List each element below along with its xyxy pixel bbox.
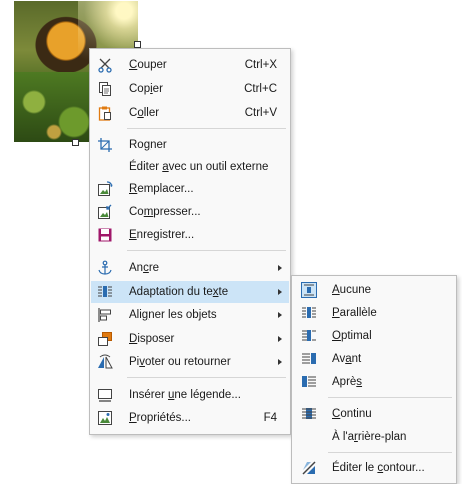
submenu-item-label: Optimal [332,330,372,342]
menu-item-crop[interactable]: Rogner [91,134,289,156]
crop-icon [98,138,112,152]
submenu-separator [328,397,452,398]
text-wrap-icon [98,286,112,297]
anchor-icon [98,260,112,275]
selection-handle[interactable] [72,139,79,146]
submenu-arrow-icon [278,359,282,365]
properties-icon [98,411,112,425]
caption-icon [98,389,112,402]
submenu-item-wrap-before[interactable]: Avant [293,348,455,370]
menu-item-text-wrap[interactable]: Adaptation du texte [91,281,289,303]
menu-item-cut[interactable]: Couper Ctrl+X [91,54,289,76]
menu-item-save[interactable]: Enregistrer... [91,224,289,246]
submenu-item-wrap-after[interactable]: Après [293,371,455,393]
shortcut-label: Ctrl+C [244,83,277,95]
menu-item-label: Couper [129,59,167,71]
wrap-before-icon [302,353,316,364]
menu-item-arrange[interactable]: Disposer [91,328,289,350]
submenu-item-wrap-parallel[interactable]: Parallèle [293,302,455,324]
menu-item-label: Pivoter ou retourner [129,356,231,368]
menu-item-edit-external[interactable]: Éditer avec un outil externe [91,156,289,178]
submenu-arrow-icon [278,336,282,342]
submenu-item-edit-contour[interactable]: Éditer le contour... [293,457,455,479]
replace-image-icon [98,181,113,196]
menu-item-label: Coller [129,107,160,119]
wrap-parallel-icon [302,307,316,318]
submenu-item-in-background[interactable]: À l'arrière-plan [293,426,455,448]
menu-item-align-objects[interactable]: Aligner les objets [91,304,289,326]
selection-handle[interactable] [134,41,141,48]
submenu-item-wrap-through[interactable]: Continu [293,403,455,425]
context-menu: Couper Ctrl+X Copier Ctrl+C Coller Ctrl+… [89,48,291,435]
menu-item-label: Copier [129,83,163,95]
arrange-icon [98,332,112,346]
menu-item-label: Remplacer... [129,183,194,195]
submenu-separator [328,452,452,453]
submenu-arrow-icon [278,289,282,295]
menu-item-label: Disposer [129,333,175,345]
menu-separator [127,377,286,378]
wrap-none-icon [301,282,317,298]
menu-item-properties[interactable]: Propriétés... F4 [91,407,289,429]
menu-item-label: Adaptation du texte [129,286,229,298]
menu-item-replace[interactable]: Remplacer... [91,178,289,200]
submenu-item-wrap-optimal[interactable]: Optimal [293,325,455,347]
menu-item-label: Rogner [129,139,167,151]
submenu-item-label: Après [332,376,363,388]
copy-icon [99,82,111,96]
paste-icon [98,106,111,121]
submenu-item-label: À l'arrière-plan [332,431,407,443]
menu-item-label: Ancre [129,262,160,274]
menu-separator [127,128,286,129]
submenu-item-label: Avant [332,353,362,365]
submenu-item-wrap-none[interactable]: Aucune [293,279,455,301]
menu-item-label: Éditer avec un outil externe [129,161,269,173]
submenu-item-label: Aucune [332,284,372,296]
wrap-optimal-icon [302,330,316,341]
menu-item-compress[interactable]: Compresser... [91,201,289,223]
menu-item-anchor[interactable]: Ancre [91,257,289,279]
submenu-item-label: Éditer le contour... [332,462,425,474]
text-wrap-submenu: Aucune Parallèle Optimal Avant Après Con… [291,275,457,484]
submenu-arrow-icon [278,265,282,271]
shortcut-label: Ctrl+X [244,59,277,71]
align-objects-icon [98,308,111,322]
submenu-item-label: Parallèle [332,307,377,319]
menu-separator [127,250,286,251]
submenu-item-label: Continu [332,408,372,420]
menu-item-insert-caption[interactable]: Insérer une légende... [91,384,289,406]
menu-item-copy[interactable]: Copier Ctrl+C [91,78,289,100]
wrap-after-icon [302,376,316,387]
menu-item-label: Propriétés... [129,412,191,424]
compress-image-icon [98,204,112,219]
rotate-flip-icon [98,354,113,369]
save-icon [98,228,112,242]
scissors-icon [98,58,112,73]
shortcut-label: F4 [263,412,277,424]
edit-contour-icon [302,461,316,475]
menu-item-rotate-flip[interactable]: Pivoter ou retourner [91,351,289,373]
menu-item-label: Compresser... [129,206,201,218]
menu-item-label: Aligner les objets [129,309,217,321]
menu-item-paste[interactable]: Coller Ctrl+V [91,102,289,124]
submenu-arrow-icon [278,312,282,318]
shortcut-label: Ctrl+V [244,107,277,119]
menu-item-label: Insérer une légende... [129,389,241,401]
wrap-through-icon [302,408,316,419]
menu-item-label: Enregistrer... [129,229,195,241]
